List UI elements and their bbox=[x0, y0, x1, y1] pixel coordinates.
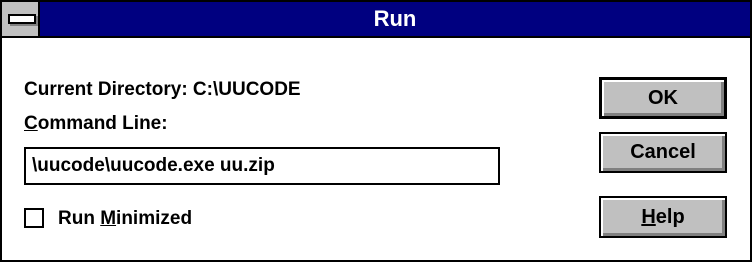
window-title: Run bbox=[373, 6, 417, 31]
help-label-rest: elp bbox=[655, 206, 685, 228]
run-minimized-label-rest: inimized bbox=[116, 208, 193, 229]
command-line-label: Command Line: bbox=[24, 113, 168, 135]
cancel-button[interactable]: Cancel bbox=[599, 132, 727, 173]
help-button[interactable]: Help bbox=[599, 196, 727, 238]
command-line-input[interactable] bbox=[24, 147, 500, 185]
current-directory-label: Current Directory: C:\UUCODE bbox=[24, 79, 301, 100]
command-line-accelerator: C bbox=[24, 113, 38, 134]
help-accelerator: H bbox=[641, 206, 656, 228]
title-bar[interactable]: Run bbox=[2, 2, 750, 38]
run-minimized-checkbox[interactable] bbox=[24, 208, 44, 228]
command-line-label-text: ommand Line: bbox=[37, 113, 168, 134]
run-minimized-accelerator: M bbox=[100, 208, 117, 229]
system-menu-bar-icon bbox=[8, 14, 36, 24]
run-minimized-label-pre: Run bbox=[58, 208, 101, 229]
run-minimized-label[interactable]: Run Minimized bbox=[58, 206, 192, 232]
system-menu-icon[interactable] bbox=[2, 2, 40, 36]
run-dialog: Run Current Directory: C:\UUCODE Command… bbox=[0, 0, 752, 262]
ok-button[interactable]: OK bbox=[599, 77, 727, 119]
